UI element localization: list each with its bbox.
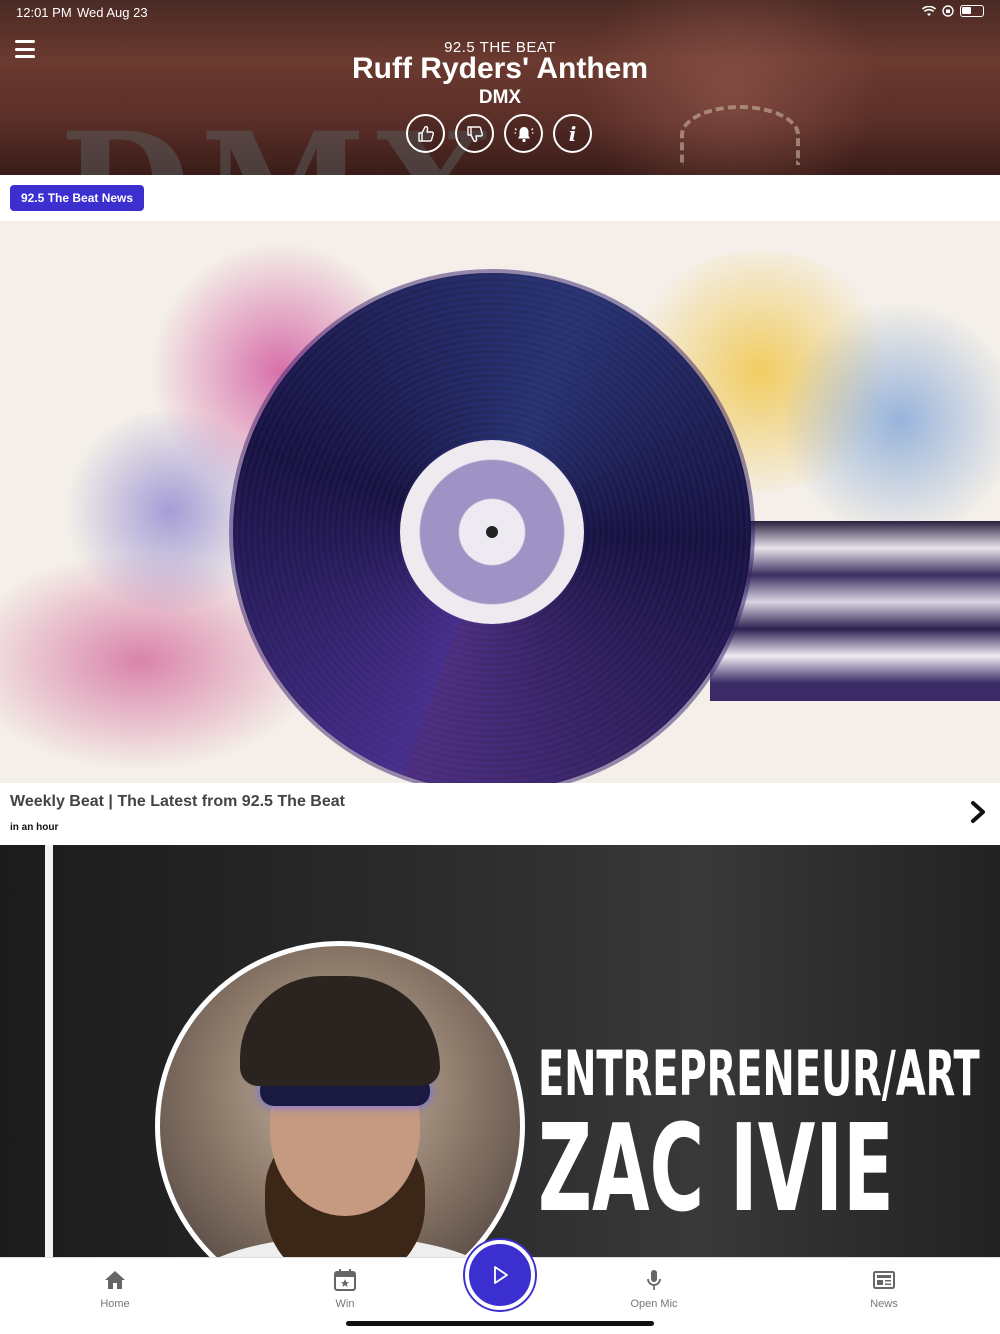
portrait-photo xyxy=(155,941,525,1257)
tab-label: Home xyxy=(100,1298,130,1310)
tab-news[interactable]: News xyxy=(834,1268,934,1310)
song-title: Ruff Ryders' Anthem xyxy=(351,52,649,85)
vinyl-spindle xyxy=(486,526,498,538)
like-button[interactable] xyxy=(406,114,445,153)
battery-icon xyxy=(960,5,984,17)
info-icon: i xyxy=(568,121,577,146)
tab-open-mic[interactable]: Open Mic xyxy=(604,1268,704,1310)
news-section-tag[interactable]: 92.5 The Beat News xyxy=(10,185,145,211)
home-icon xyxy=(105,1271,125,1289)
calendar-star-icon xyxy=(334,1269,356,1291)
alert-button[interactable] xyxy=(504,114,543,153)
thumbs-up-icon xyxy=(417,125,434,142)
home-indicator xyxy=(346,1321,654,1326)
article-time: in an hour xyxy=(10,822,59,833)
artist-name: DMX xyxy=(478,87,522,108)
play-icon xyxy=(494,1266,508,1284)
info-button[interactable]: i xyxy=(553,114,592,153)
now-playing-header: DMX 12:01 PM Wed Aug 23 92.5 THE BEAT Ru… xyxy=(0,0,1000,175)
paint-splash xyxy=(780,301,1000,541)
microphone-icon xyxy=(647,1270,661,1290)
tab-win[interactable]: Win xyxy=(295,1268,395,1310)
tab-label: Open Mic xyxy=(630,1298,678,1310)
wifi-icon xyxy=(922,5,936,16)
decorative-line xyxy=(45,845,53,1257)
tab-home[interactable]: Home xyxy=(65,1268,165,1310)
status-date: Wed Aug 23 xyxy=(77,5,148,20)
article-image-vinyl[interactable] xyxy=(0,221,1000,783)
newspaper-icon xyxy=(873,1271,895,1289)
turntable-deck xyxy=(710,521,1000,701)
vinyl-record xyxy=(233,273,751,783)
tab-label: Win xyxy=(335,1298,355,1310)
status-icons xyxy=(922,5,984,17)
status-bar: 12:01 PM Wed Aug 23 xyxy=(0,0,1000,26)
album-art-chain xyxy=(680,105,800,165)
thumbs-down-icon xyxy=(466,125,483,142)
play-button[interactable] xyxy=(465,1240,535,1310)
article-title[interactable]: Weekly Beat | The Latest from 92.5 The B… xyxy=(10,793,345,811)
track-actions: i xyxy=(406,114,592,153)
article-image-feature[interactable]: ENTREPRENEUR/ART ZAC IVIE xyxy=(0,845,1000,1257)
chevron-right-icon[interactable] xyxy=(968,800,988,824)
portrait-hat xyxy=(240,976,440,1086)
tab-label: News xyxy=(870,1298,898,1310)
orientation-lock-icon xyxy=(942,5,954,17)
feature-headline-line2: ZAC IVIE xyxy=(538,1100,894,1239)
bell-alert-icon xyxy=(514,126,533,142)
dislike-button[interactable] xyxy=(455,114,494,153)
status-time: 12:01 PM xyxy=(16,5,72,20)
